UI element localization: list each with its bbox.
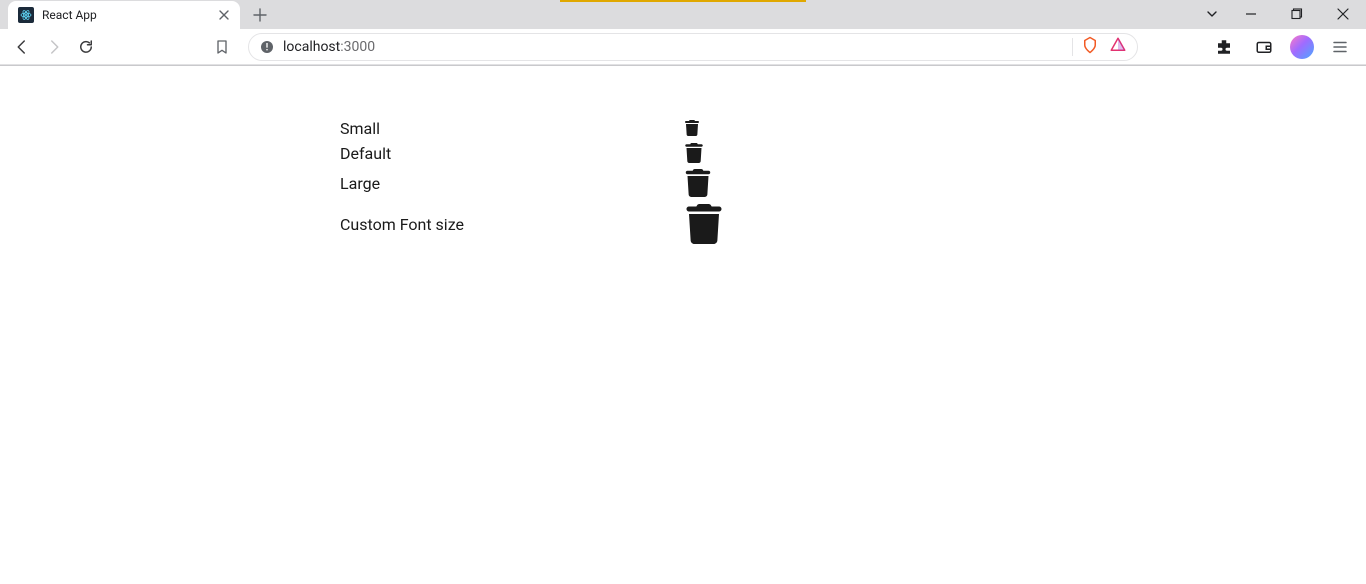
- react-favicon: [18, 7, 34, 23]
- brave-rewards-icon[interactable]: [1109, 36, 1127, 58]
- page-content: Small Default Large Custom Font size: [0, 66, 1366, 248]
- brave-shields-icon[interactable]: [1081, 36, 1099, 58]
- trash-icon[interactable]: [684, 120, 724, 136]
- icon-size-table: Small Default Large Custom Font size: [340, 116, 724, 248]
- menu-button[interactable]: [1326, 33, 1354, 61]
- row-label: Small: [340, 116, 684, 140]
- address-url: localhost:3000: [283, 39, 1064, 55]
- reload-button[interactable]: [72, 33, 100, 61]
- window-controls: [1196, 0, 1366, 28]
- trash-icon[interactable]: [684, 169, 724, 197]
- browser-toolbar: localhost:3000: [0, 29, 1366, 65]
- browser-tab[interactable]: React App: [8, 1, 240, 29]
- trash-icon[interactable]: [684, 204, 724, 244]
- url-port: :3000: [340, 39, 375, 55]
- row-label: Large: [340, 166, 684, 200]
- table-row: Large: [340, 166, 724, 200]
- tab-bar: React App: [0, 0, 1366, 29]
- trash-icon[interactable]: [684, 143, 724, 163]
- url-host: localhost: [283, 39, 340, 55]
- tab-close-button[interactable]: [216, 7, 232, 23]
- forward-button[interactable]: [40, 33, 68, 61]
- top-accent-bar: [560, 0, 806, 2]
- browser-chrome: React App: [0, 0, 1366, 66]
- table-row: Default: [340, 140, 724, 166]
- extensions-button[interactable]: [1210, 33, 1238, 61]
- new-tab-button[interactable]: [246, 1, 274, 29]
- wallet-button[interactable]: [1250, 33, 1278, 61]
- bookmark-button[interactable]: [208, 33, 236, 61]
- tab-search-button[interactable]: [1196, 0, 1228, 28]
- not-secure-icon[interactable]: [259, 39, 275, 55]
- tab-title: React App: [42, 8, 208, 22]
- window-minimize-button[interactable]: [1228, 0, 1274, 28]
- table-row: Small: [340, 116, 724, 140]
- address-bar[interactable]: localhost:3000: [248, 33, 1138, 61]
- profile-avatar[interactable]: [1290, 35, 1314, 59]
- window-maximize-button[interactable]: [1274, 0, 1320, 28]
- row-label: Custom Font size: [340, 200, 684, 248]
- table-row: Custom Font size: [340, 200, 724, 248]
- row-label: Default: [340, 140, 684, 166]
- back-button[interactable]: [8, 33, 36, 61]
- window-close-button[interactable]: [1320, 0, 1366, 28]
